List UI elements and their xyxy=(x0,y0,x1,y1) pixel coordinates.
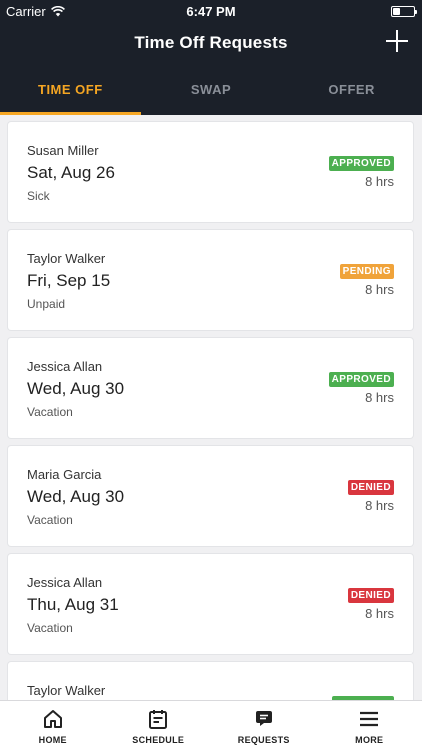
request-list[interactable]: Susan Miller Sat, Aug 26 Sick APPROVED 8 hrs… xyxy=(0,115,422,700)
request-hours: 8 hrs xyxy=(365,390,394,405)
carrier-label: Carrier xyxy=(6,3,46,19)
nav-more-label: MORE xyxy=(355,735,384,745)
requests-icon xyxy=(255,711,272,726)
request-type: Vacation xyxy=(27,405,73,419)
nav-home[interactable]: HOME xyxy=(0,701,106,750)
status-badge: APPROVED xyxy=(328,372,394,387)
request-type: Vacation xyxy=(27,513,73,527)
request-type: Vacation xyxy=(27,621,73,635)
request-card[interactable]: Maria Garcia Wed, Aug 30 Vacation DENIED 8 h… xyxy=(8,446,413,546)
requester-name: Maria Garcia xyxy=(27,467,102,482)
request-date: Sat, Aug 26 xyxy=(27,163,115,182)
tab-offer[interactable]: OFFER xyxy=(281,64,422,115)
status-badge: APPROVED xyxy=(328,156,394,171)
requester-name: Taylor Walker xyxy=(27,683,106,698)
nav-schedule-label: SCHEDULE xyxy=(132,735,185,745)
home-icon xyxy=(43,710,62,728)
add-request-button[interactable] xyxy=(384,28,410,54)
request-type: Unpaid xyxy=(27,297,66,311)
requester-name: Jessica Allan xyxy=(27,575,103,590)
nav-schedule[interactable]: SCHEDULE xyxy=(106,701,212,750)
request-card[interactable]: Jessica Allan Wed, Aug 30 Vacation APPROVED… xyxy=(8,338,413,438)
nav-home-label: HOME xyxy=(38,735,67,745)
requester-name: Susan Miller xyxy=(27,143,99,158)
request-hours: 8 hrs xyxy=(365,498,394,513)
requester-name: Jessica Allan xyxy=(27,359,103,374)
request-card[interactable]: Taylor Walker Fri, Sep 15 Unpaid PENDING 8 h… xyxy=(8,230,413,330)
status-badge: PENDING xyxy=(339,264,394,279)
nav-requests[interactable]: REQUESTS xyxy=(211,701,317,750)
request-card[interactable]: Susan Miller Sat, Aug 26 Sick APPROVED 8 hrs xyxy=(8,122,413,222)
request-card[interactable]: Jessica Allan Thu, Aug 31 Vacation DENIED 8 … xyxy=(8,554,413,654)
wifi-icon xyxy=(50,5,65,16)
request-date: Thu, Aug 31 xyxy=(27,595,119,614)
status-badge: DENIED xyxy=(347,588,394,603)
request-card[interactable]: Taylor Walker xyxy=(8,662,413,700)
request-type: Sick xyxy=(27,189,50,203)
header: Carrier 6:47 PM Time Off Requests TIME O… xyxy=(0,0,422,115)
bottom-nav: HOME SCHEDULE REQUESTS MORE xyxy=(0,700,422,750)
page-title: Time Off Requests xyxy=(134,33,288,52)
menu-icon xyxy=(360,711,379,727)
request-hours: 8 hrs xyxy=(365,282,394,297)
tab-bar: TIME OFF SWAP OFFER xyxy=(0,64,422,115)
request-date: Wed, Aug 30 xyxy=(27,379,125,398)
status-bar: Carrier 6:47 PM xyxy=(0,0,422,22)
request-hours: 8 hrs xyxy=(365,606,394,621)
requester-name: Taylor Walker xyxy=(27,251,106,266)
nav-requests-label: REQUESTS xyxy=(237,735,290,745)
request-date: Fri, Sep 15 xyxy=(27,271,111,290)
status-badge: DENIED xyxy=(347,480,394,495)
nav-more[interactable]: MORE xyxy=(317,701,422,750)
tab-time-off[interactable]: TIME OFF xyxy=(0,64,141,115)
tab-swap[interactable]: SWAP xyxy=(141,64,282,115)
request-date: Wed, Aug 30 xyxy=(27,487,125,506)
battery-icon xyxy=(391,5,417,17)
schedule-icon xyxy=(149,710,168,729)
navbar: Time Off Requests xyxy=(0,22,422,64)
request-hours: 8 hrs xyxy=(365,174,394,189)
